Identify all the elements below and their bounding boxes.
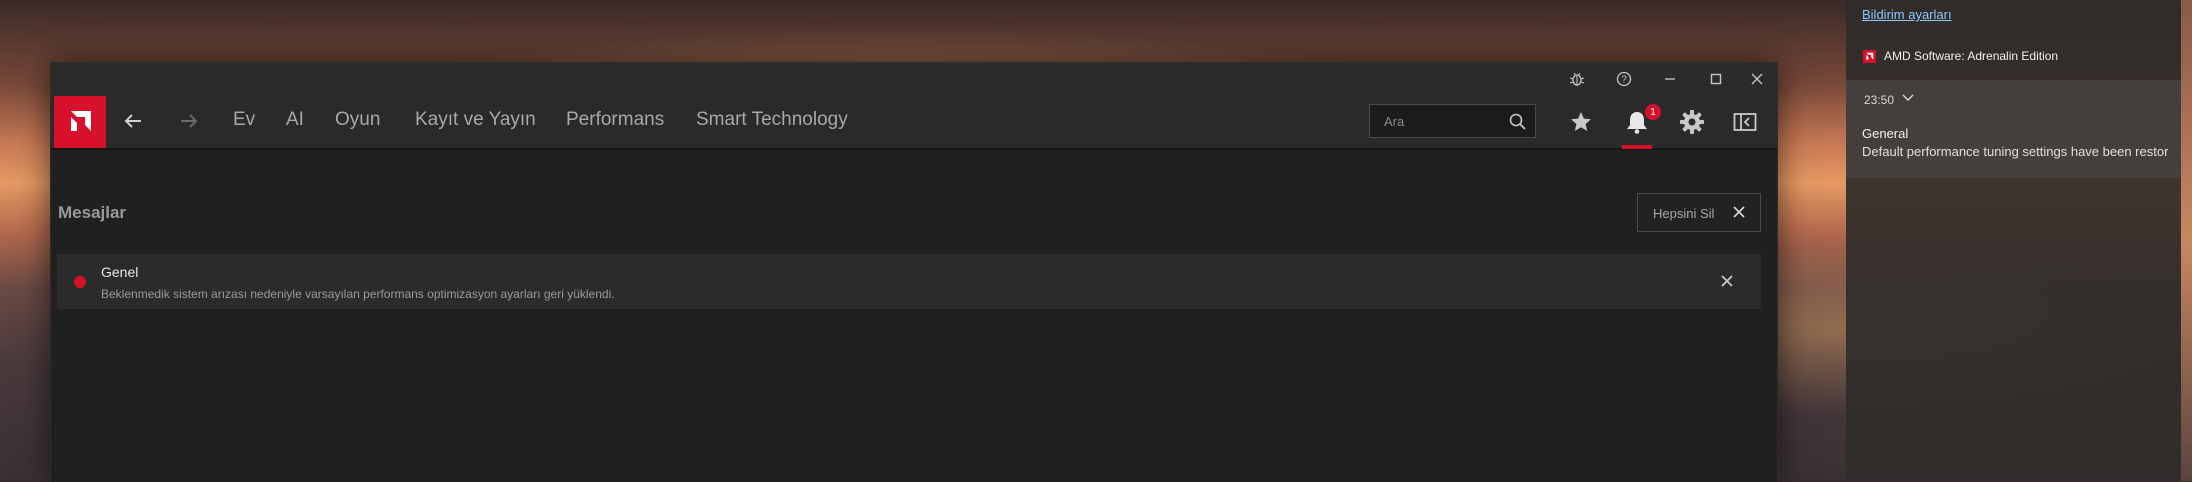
close-icon[interactable] <box>1734 63 1780 94</box>
minimize-icon[interactable] <box>1647 63 1693 94</box>
amd-logo-icon[interactable] <box>54 96 106 148</box>
chevron-down-icon[interactable] <box>1901 91 1915 110</box>
bug-report-icon[interactable] <box>1554 63 1600 94</box>
clear-all-label: Hepsini Sil <box>1653 206 1715 221</box>
amd-app-icon <box>1863 50 1876 63</box>
title-bar: ? <box>51 63 1777 94</box>
sidebar-panel-icon[interactable] <box>1727 104 1763 140</box>
clear-all-button[interactable]: Hepsini Sil <box>1637 193 1761 232</box>
back-arrow-icon[interactable] <box>116 104 150 138</box>
page-title: Mesajlar <box>58 203 127 222</box>
notification-settings-link[interactable]: Bildirim ayarları <box>1862 7 1952 22</box>
favorites-star-icon[interactable] <box>1563 104 1599 140</box>
svg-text:?: ? <box>1621 74 1627 85</box>
maximize-icon[interactable] <box>1693 63 1739 94</box>
search-input[interactable]: Ara <box>1369 104 1536 138</box>
search-placeholder: Ara <box>1384 114 1405 129</box>
settings-gear-icon[interactable] <box>1674 104 1710 140</box>
message-title: Genel <box>101 264 139 280</box>
amd-software-window: ? Ev AI Oyun Kayıt ve Yayın Performans S… <box>50 62 1778 482</box>
search-icon[interactable] <box>1508 112 1527 136</box>
nav-item-oyun[interactable]: Oyun <box>335 109 380 131</box>
notification-time: 23:50 <box>1864 93 1895 107</box>
notification-card[interactable]: 23:50 General Default performance tuning… <box>1846 80 2181 178</box>
top-navigation-bar: Ev AI Oyun Kayıt ve Yayın Performans Sma… <box>51 94 1777 150</box>
nav-item-kayit-ve-yayin[interactable]: Kayıt ve Yayın <box>415 109 536 131</box>
message-body: Beklenmedik sistem arızası nedeniyle var… <box>101 287 615 301</box>
help-icon[interactable]: ? <box>1601 63 1647 94</box>
unread-dot-icon <box>74 276 86 288</box>
notification-count-badge: 1 <box>1645 104 1661 120</box>
notification-app-name: AMD Software: Adrenalin Edition <box>1884 49 2059 63</box>
dismiss-message-close-icon[interactable] <box>1718 272 1736 295</box>
nav-item-performans[interactable]: Performans <box>566 109 664 131</box>
nav-item-ev[interactable]: Ev <box>233 109 255 131</box>
notification-title: General <box>1862 126 1909 141</box>
forward-arrow-icon[interactable] <box>172 104 206 138</box>
desktop-edge <box>2181 0 2192 481</box>
notification-body: Default performance tuning settings have… <box>1862 144 2168 159</box>
messages-page: Mesajlar Hepsini Sil Genel Beklenmedik s… <box>51 150 1777 482</box>
nav-item-smart-technology[interactable]: Smart Technology <box>696 109 848 131</box>
close-icon <box>1730 203 1748 226</box>
message-item[interactable]: Genel Beklenmedik sistem arızası nedeniy… <box>57 254 1761 309</box>
active-tab-indicator <box>1622 145 1652 149</box>
notification-center-panel: Bildirim ayarları AMD Software: Adrenali… <box>1846 0 2181 481</box>
nav-item-ai[interactable]: AI <box>286 109 304 131</box>
